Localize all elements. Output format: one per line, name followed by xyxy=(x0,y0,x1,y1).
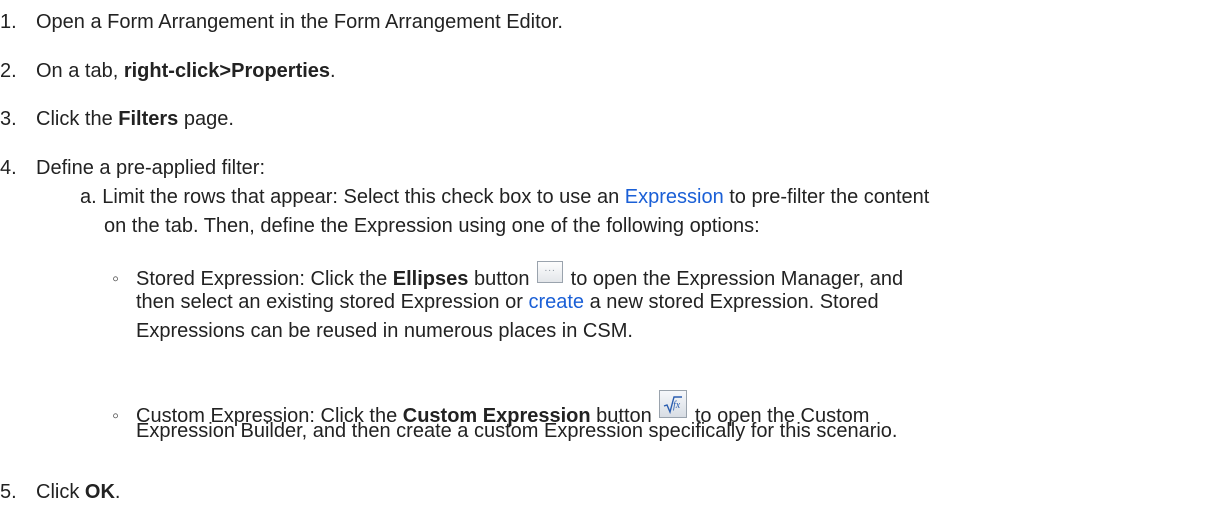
step-2: 2. On a tab, right-click>Properties. xyxy=(0,59,336,83)
step-text: Define a pre-applied filter: xyxy=(36,157,266,179)
step-text: Click xyxy=(36,481,85,503)
step-text: page. xyxy=(178,108,234,130)
stored-expression-line-3: Expressions can be reused in numerous pl… xyxy=(136,319,633,343)
function-sqrt-icon: fx xyxy=(664,396,683,415)
step-1: 1. Open a Form Arrangement in the Form Ar… xyxy=(0,10,563,34)
substep-text: on the tab. Then, define the Expression … xyxy=(104,215,760,237)
step-text: On a tab, xyxy=(36,60,124,82)
substep-4a: a. Limit the rows that appear: Select th… xyxy=(80,185,929,209)
step-number: 1. xyxy=(0,11,17,33)
option-text: then select an existing stored Expressio… xyxy=(136,291,529,313)
option-text: Expressions can be reused in numerous pl… xyxy=(136,320,633,342)
option-text: button xyxy=(468,268,536,290)
step-text: Click the xyxy=(36,108,119,130)
step-number: 5. xyxy=(0,481,17,503)
substep-letter: a. xyxy=(80,186,97,208)
step-5: 5. Click OK. xyxy=(0,480,120,504)
step-bold-text: Filters xyxy=(118,108,179,130)
step-text: . xyxy=(114,481,121,503)
step-number: 4. xyxy=(0,157,17,179)
procedure-document: 1. Open a Form Arrangement in the Form Ar… xyxy=(0,0,1230,516)
create-link[interactable]: create xyxy=(528,291,584,313)
ellipses-button-icon xyxy=(537,261,564,283)
expression-link[interactable]: Expression xyxy=(625,186,724,208)
step-text: . xyxy=(330,60,336,82)
step-bold-text: right-click>Properties xyxy=(123,60,331,82)
substep-text: Limit the rows that appear: Select this … xyxy=(102,186,625,208)
bullet-icon: ◦ xyxy=(112,268,120,290)
step-text: Open a Form Arrangement in the Form Arra… xyxy=(36,11,563,33)
step-number: 3. xyxy=(0,108,17,130)
option-bold-text: Ellipses xyxy=(392,268,469,290)
svg-text:fx: fx xyxy=(673,400,681,411)
custom-expression-line-2: Expression Builder, and then create a cu… xyxy=(136,419,897,443)
option-text: to open the Expression Manager, and xyxy=(565,268,904,290)
option-text: Stored Expression: Click the xyxy=(136,268,393,290)
option-text: Expression Builder, and then create a cu… xyxy=(136,420,898,442)
stored-expression-option: ◦ Stored Expression: Click the Ellipses b… xyxy=(112,261,903,291)
option-text: a new stored Expression. Stored xyxy=(584,291,879,313)
step-3: 3. Click the Filters page. xyxy=(0,107,234,131)
stored-expression-line-2: then select an existing stored Expressio… xyxy=(136,290,879,314)
bullet-icon: ◦ xyxy=(112,405,120,427)
step-bold-text: OK xyxy=(84,481,115,503)
substep-4a-line-2: on the tab. Then, define the Expression … xyxy=(104,214,760,238)
step-4: 4. Define a pre-applied filter: xyxy=(0,156,265,180)
step-number: 2. xyxy=(0,60,17,82)
substep-text: to pre-filter the content xyxy=(723,186,930,208)
custom-expression-button-icon: fx xyxy=(659,390,688,418)
